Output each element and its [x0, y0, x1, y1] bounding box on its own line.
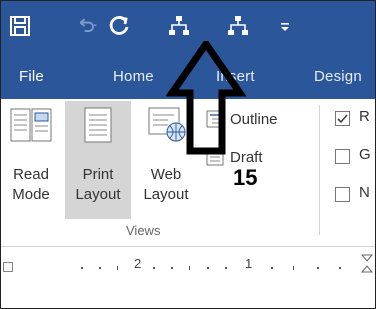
tab-design[interactable]: Design	[314, 68, 362, 85]
horizontal-ruler[interactable]: 2 1	[1, 247, 375, 287]
read-mode-label-1: Read	[13, 166, 49, 183]
ruler-label-1: 1	[245, 256, 253, 271]
checkmark-icon	[337, 114, 348, 124]
print-layout-button[interactable]: Print Layout	[65, 101, 131, 219]
ruler-label-2: 2	[134, 256, 142, 271]
ruler-checkbox-label: R	[359, 108, 370, 125]
read-mode-label-2: Mode	[12, 186, 50, 203]
tab-selector-icon[interactable]	[3, 262, 13, 272]
word-window: File Home Insert Design Read Mode Print …	[0, 0, 376, 309]
redo-icon[interactable]	[109, 15, 131, 37]
print-layout-icon	[84, 107, 112, 143]
web-layout-label-1: Web	[150, 166, 182, 183]
ruler-mark	[117, 266, 118, 270]
undo-icon[interactable]	[77, 15, 99, 37]
ruler-checkbox[interactable]	[335, 111, 350, 126]
ruler-mark	[271, 267, 273, 269]
read-mode-button[interactable]: Read Mode	[1, 101, 61, 219]
indent-marker-icon[interactable]	[359, 253, 375, 275]
ruler-mark	[317, 267, 319, 269]
network-icon[interactable]	[168, 15, 190, 37]
ruler-mark	[225, 267, 227, 269]
gridlines-checkbox[interactable]	[335, 149, 350, 164]
navigation-pane-checkbox-label: N	[359, 184, 370, 201]
network-icon[interactable]	[227, 15, 249, 37]
ruler-mark	[153, 267, 155, 269]
annotation-arrow-icon	[166, 41, 246, 155]
group-separator	[319, 105, 320, 235]
tab-home[interactable]: Home	[113, 68, 154, 85]
print-layout-label-1: Print	[82, 166, 114, 183]
gridlines-checkbox-label: G	[359, 146, 371, 163]
navigation-pane-checkbox[interactable]	[335, 187, 350, 202]
views-group-label: Views	[126, 223, 161, 238]
customize-icon[interactable]	[274, 15, 296, 37]
tab-file[interactable]: File	[19, 68, 44, 85]
annotation-number: 15	[233, 165, 258, 190]
save-icon[interactable]	[9, 15, 31, 37]
read-mode-icon	[10, 108, 52, 142]
ruler-mark	[99, 267, 101, 269]
print-layout-label-2: Layout	[75, 186, 121, 203]
ruler-mark	[293, 266, 294, 270]
ruler-mark	[189, 266, 190, 270]
ruler-mark	[81, 267, 83, 269]
ruler-mark	[171, 267, 173, 269]
ruler-mark	[339, 267, 341, 269]
web-layout-label-2: Layout	[143, 186, 189, 203]
ruler-mark	[207, 267, 209, 269]
